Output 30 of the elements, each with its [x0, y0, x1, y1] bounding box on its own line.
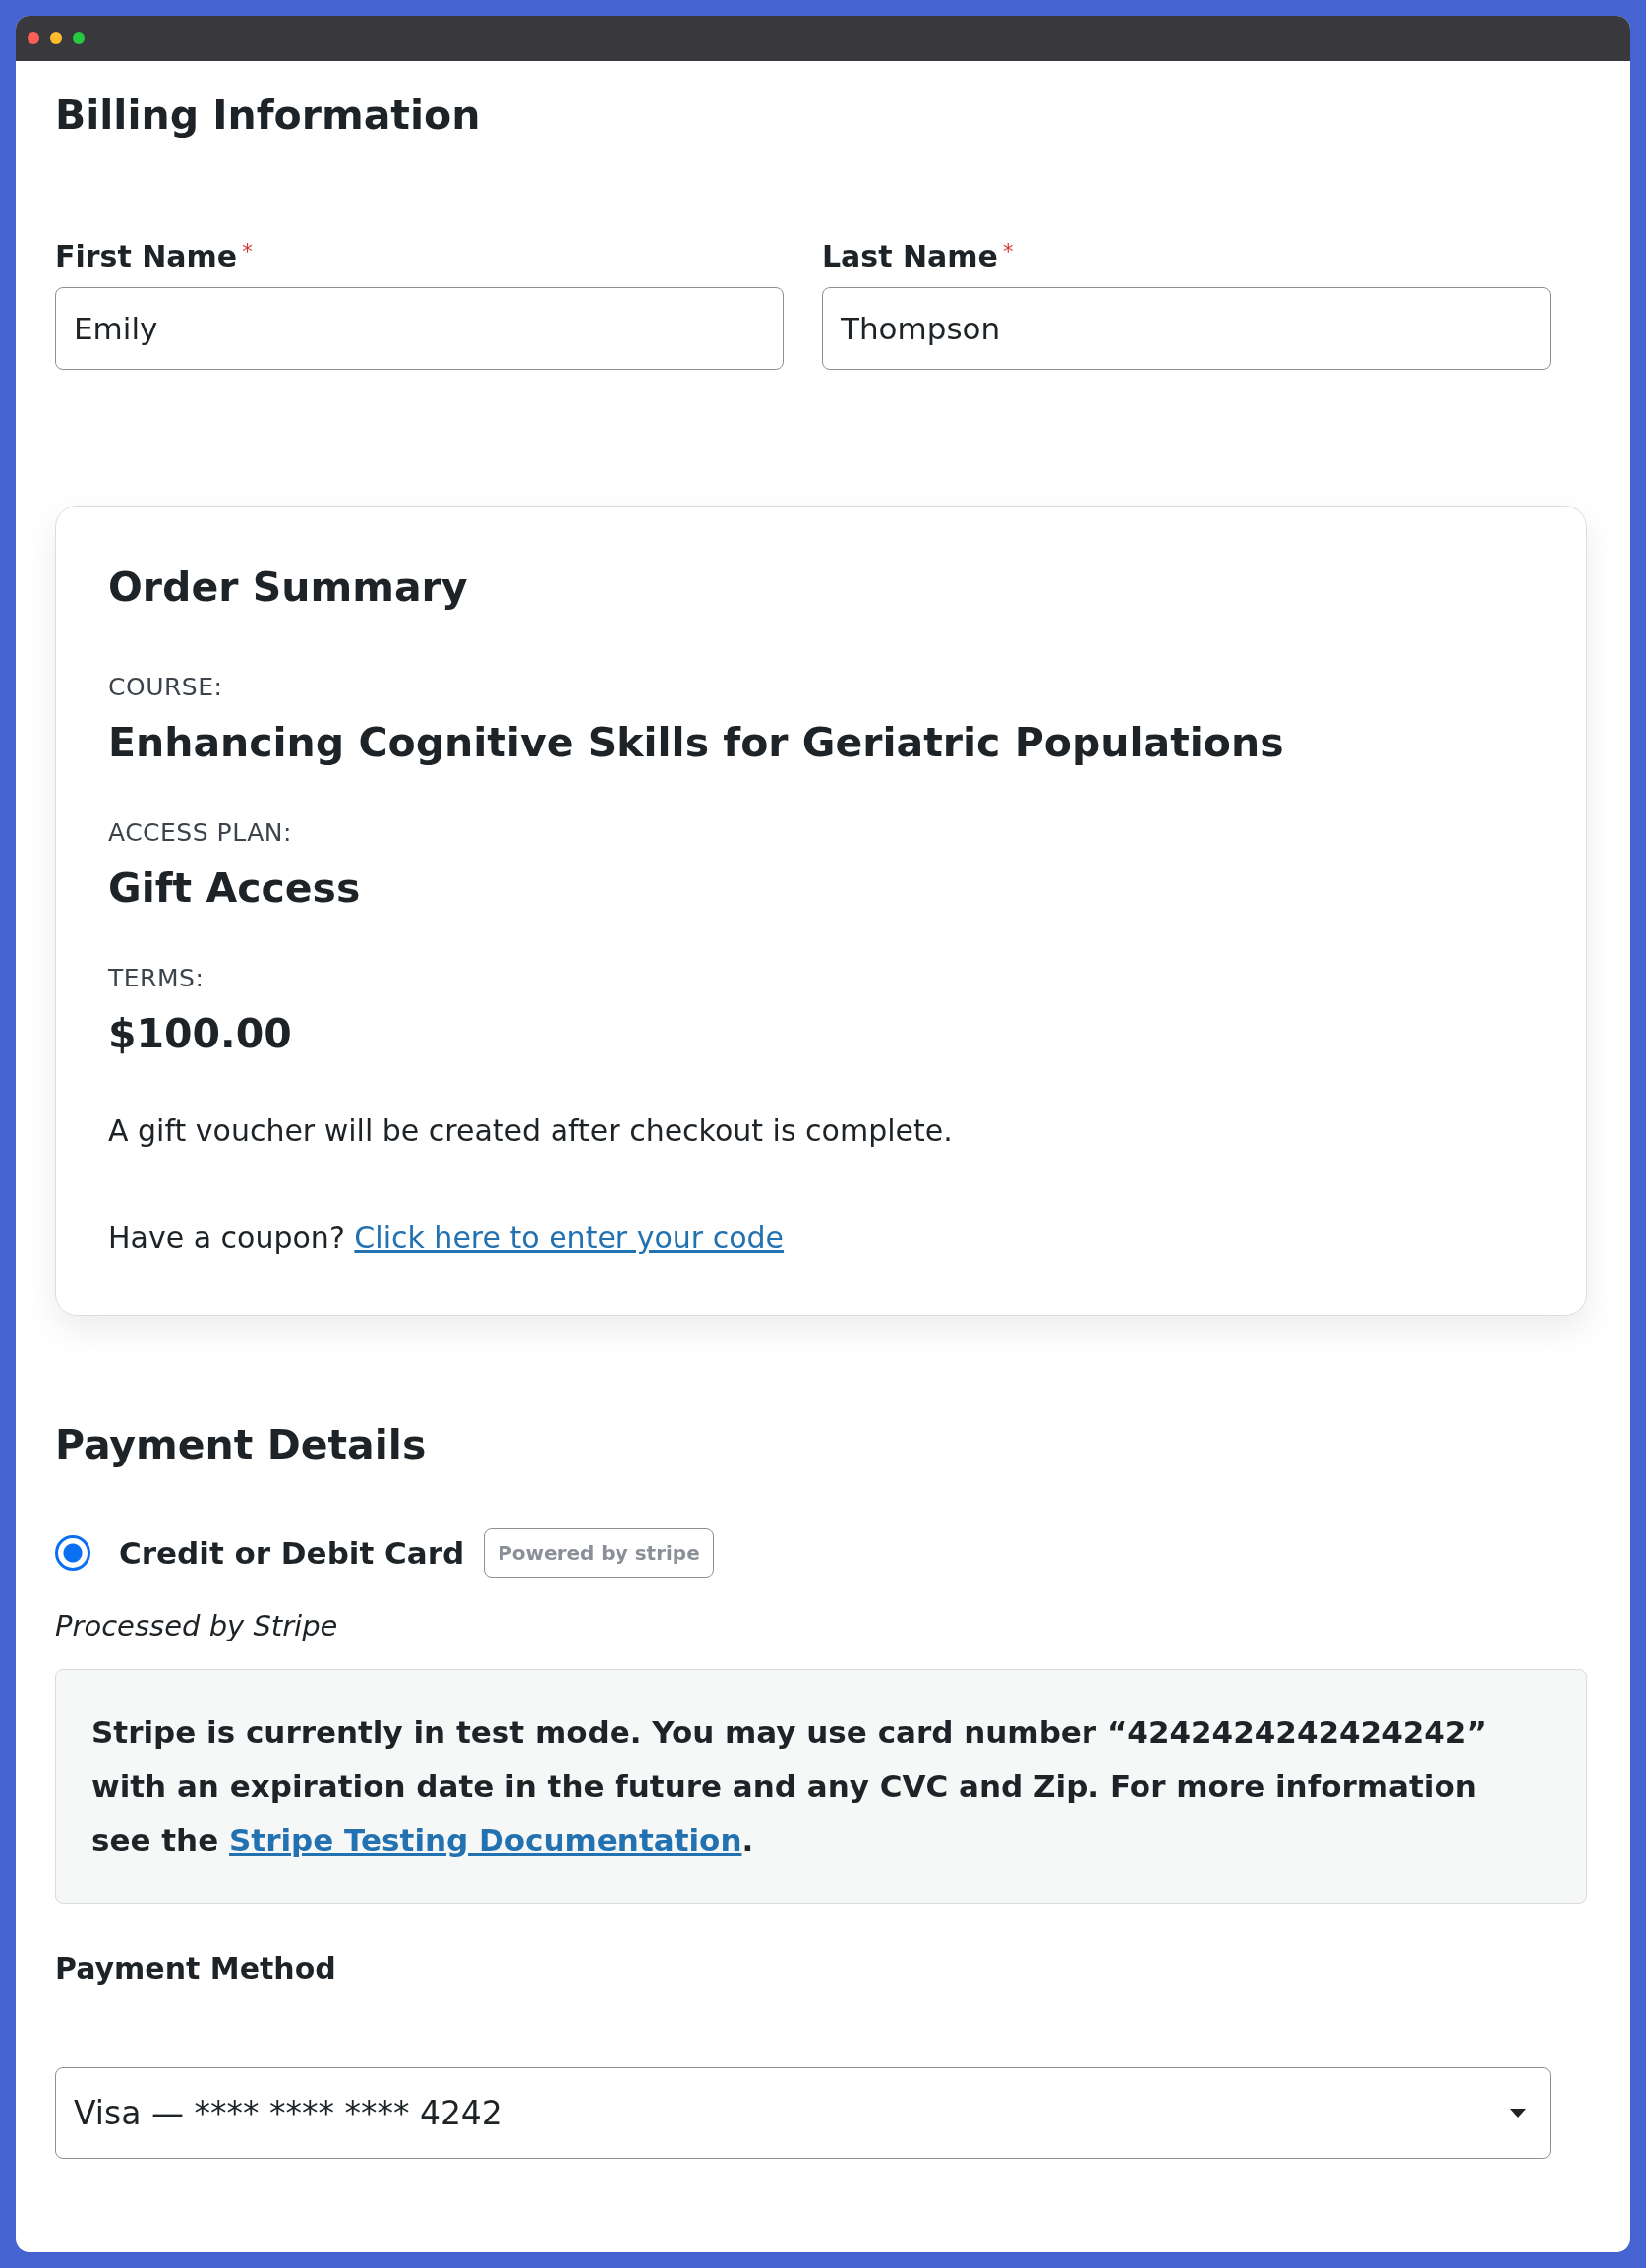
summary-label: TERMS:: [108, 964, 205, 993]
field-label: First Name: [55, 240, 238, 273]
documentation-link[interactable]: Stripe Testing Documentation: [229, 1822, 742, 1858]
summary-value: $100.00: [108, 1009, 292, 1058]
summary-note: A gift voucher will be created after checkout is complete.: [108, 1112, 953, 1150]
section-heading: Billing Information: [55, 90, 481, 140]
summary-value: Gift Access: [108, 864, 361, 913]
summary-label: COURSE:: [108, 673, 223, 702]
coupon-prompt: Have a coupon? Click here to enter your code: [108, 1220, 785, 1257]
radio-button[interactable]: [55, 1535, 90, 1571]
summary-value: Enhancing Cognitive Skills for Geriatric Populations: [108, 718, 1284, 767]
powered-by-badge: Powered by stripe: [484, 1528, 714, 1578]
payment-method-select[interactable]: Visa — **** **** **** 4242: [55, 2067, 1551, 2159]
section-heading: Payment Details: [55, 1420, 427, 1469]
window-control-icon[interactable]: [73, 32, 85, 44]
window-control-icon[interactable]: [28, 32, 39, 44]
card-title: Order Summary: [108, 563, 468, 612]
summary-label: ACCESS PLAN:: [108, 818, 292, 848]
processor-note: Processed by Stripe: [55, 1608, 338, 1644]
text-input[interactable]: Thompson: [822, 287, 1551, 370]
field-label: Last Name: [822, 240, 998, 273]
text-input[interactable]: Emily: [55, 287, 784, 370]
required-asterisk: *: [1002, 242, 1014, 263]
payment-option-label[interactable]: Credit or Debit Card: [119, 1533, 465, 1573]
coupon-link[interactable]: Click here to enter your code: [354, 1221, 785, 1255]
test-mode-notice: Stripe is currently in test mode. You may use card number “4242424242424242” with an expiration date in the future and any CVC and Zip. For more information see the Stripe Testing Documentation.: [55, 1669, 1587, 1904]
field-label: Payment Method: [55, 1952, 336, 1986]
window-control-icon[interactable]: [50, 32, 62, 44]
caret-icon: [1510, 2109, 1526, 2118]
required-asterisk: *: [242, 242, 253, 263]
